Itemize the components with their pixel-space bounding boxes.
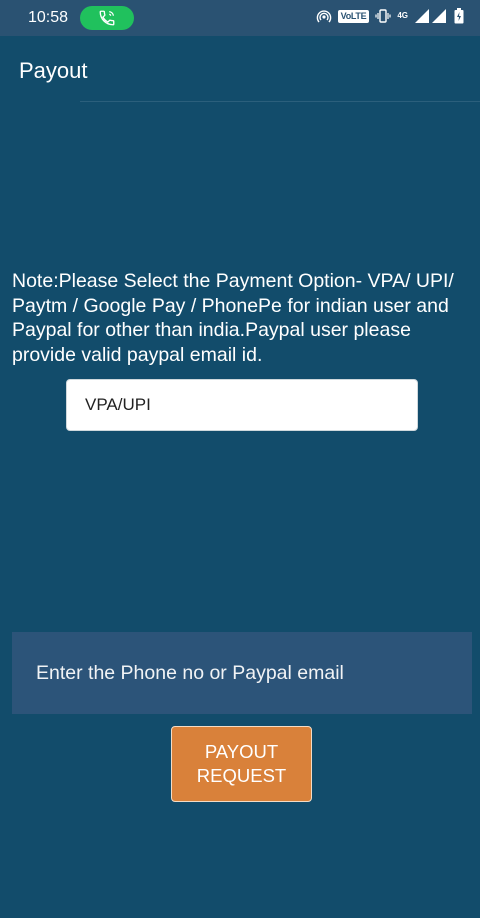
payout-request-button[interactable]: PAYOUT REQUEST [171,726,312,802]
battery-icon [454,8,464,24]
payment-note: Note:Please Select the Payment Option- V… [12,270,454,366]
phone-call-icon [99,10,115,26]
network-type-label: 4G [397,11,408,20]
volte-badge: VoLTE [337,9,370,23]
ongoing-call-indicator[interactable] [80,6,134,30]
payout-button-label-line1: PAYOUT [204,741,279,762]
header-divider [80,101,480,102]
vibrate-icon [375,9,391,23]
payment-option-selected: VPA/UPI [85,395,151,414]
signal-icon [415,9,446,23]
phone-or-email-placeholder: Enter the Phone no or Paypal email [36,661,344,684]
page-title: Payout [19,58,88,83]
status-time: 10:58 [28,9,69,26]
phone-or-email-input[interactable]: Enter the Phone no or Paypal email [12,632,472,714]
hotspot-icon [316,10,331,23]
status-bar: 10:58 VoLTE 4G [0,0,480,36]
payout-button-label-line2: REQUEST [196,765,287,786]
app-bar: Payout [0,36,480,104]
payment-option-select[interactable]: VPA/UPI [66,379,418,431]
status-icons: VoLTE 4G [316,8,464,24]
payout-screen: 10:58 VoLTE 4G Payout Note:Please Select… [0,0,480,918]
